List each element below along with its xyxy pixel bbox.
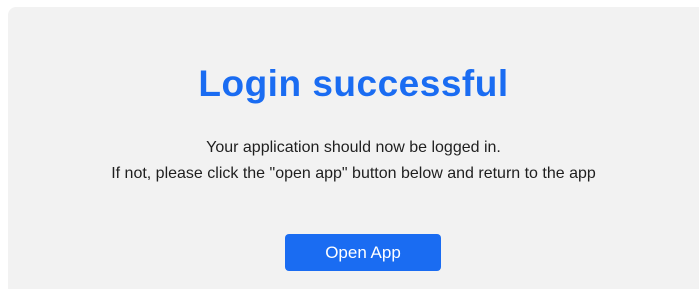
open-app-button[interactable]: Open App	[285, 234, 441, 271]
message-line-2: If not, please click the "open app" butt…	[111, 165, 596, 182]
message-line-1: Your application should now be logged in…	[206, 139, 501, 156]
status-message: Your application should now be logged in…	[8, 135, 699, 187]
page-title: Login successful	[198, 63, 509, 104]
login-success-card: Login successful Your application should…	[8, 7, 699, 289]
